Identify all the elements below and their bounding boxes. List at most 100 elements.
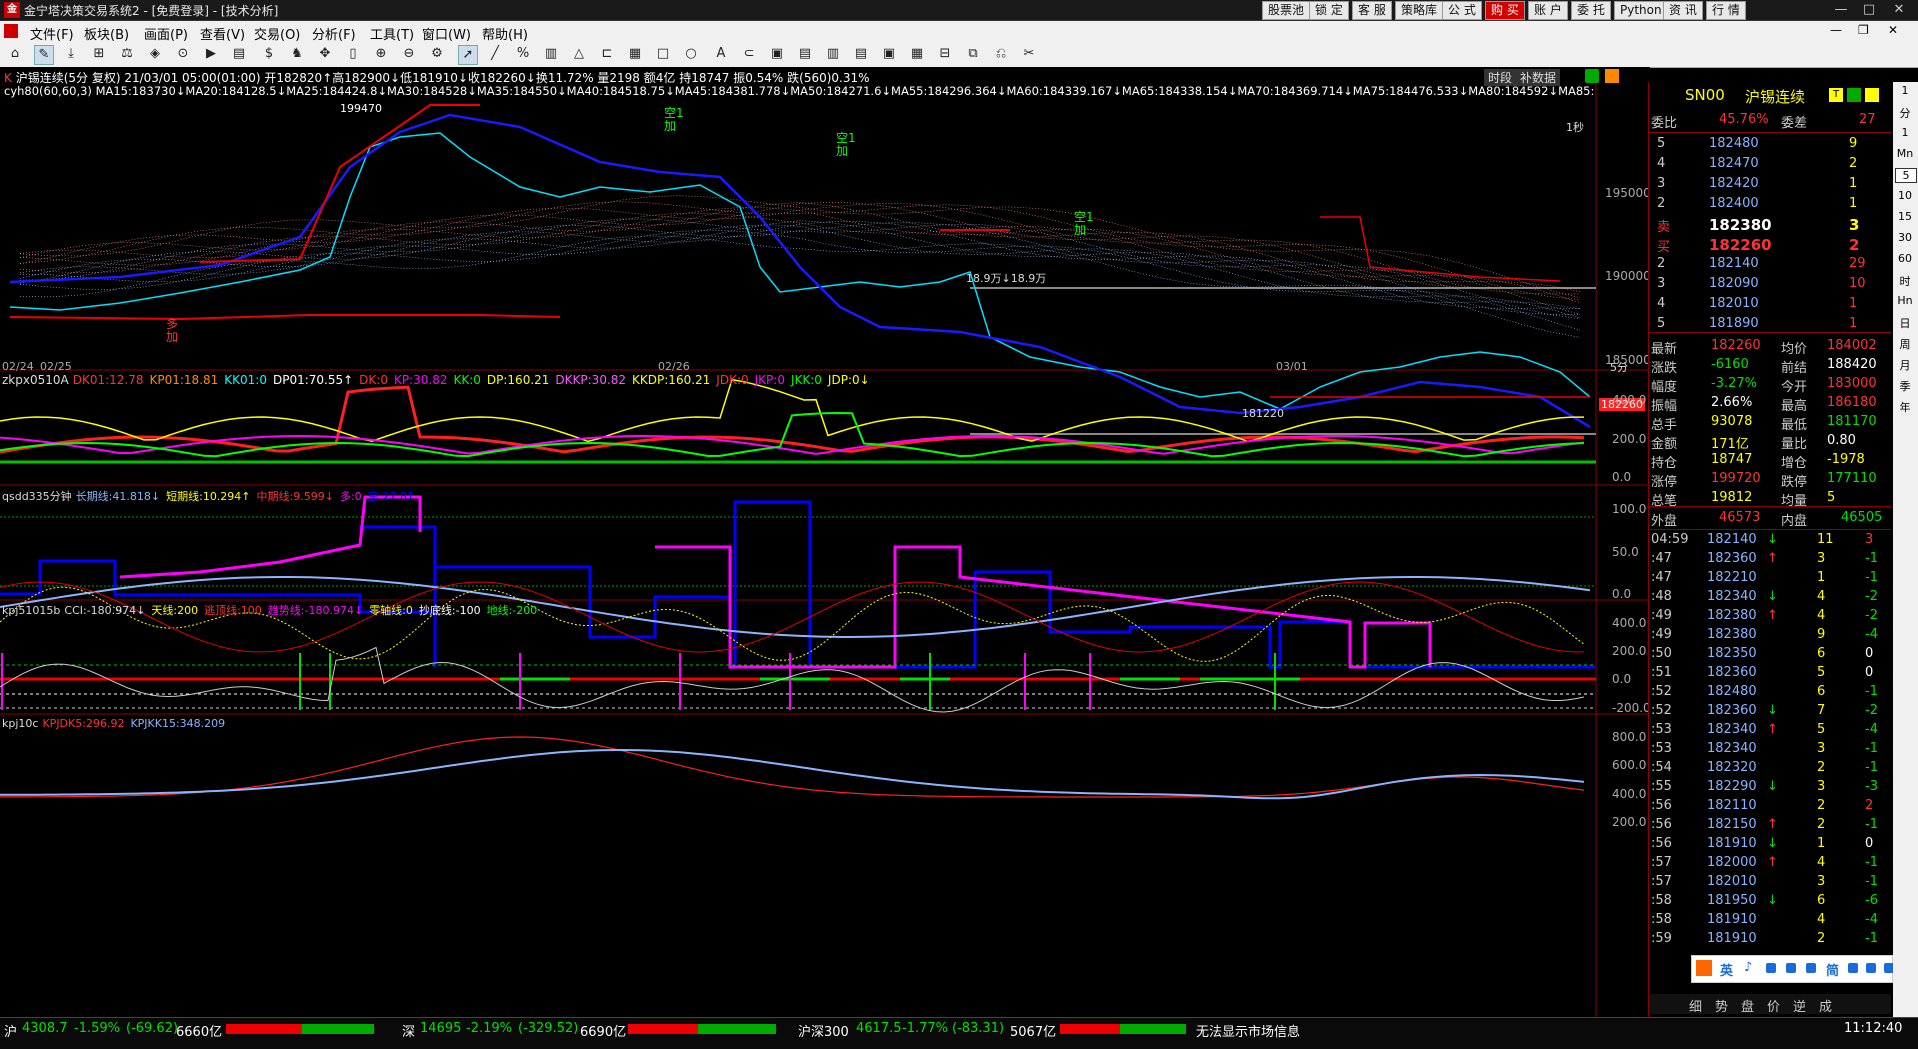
- home-icon[interactable]: ⌂: [6, 45, 24, 63]
- gear-icon[interactable]: [1866, 963, 1876, 973]
- panel-tab[interactable]: 逆: [1793, 996, 1806, 1015]
- side-tab-3[interactable]: Mn: [1895, 147, 1915, 160]
- maximize-icon[interactable]: □: [1858, 1, 1880, 18]
- bid-price[interactable]: 182010: [1709, 296, 1759, 311]
- side-tab-15[interactable]: 年: [1895, 399, 1915, 415]
- grid-icon[interactable]: ⊞: [90, 45, 108, 63]
- mic-icon[interactable]: [1766, 963, 1776, 973]
- trade-icon[interactable]: T: [1829, 88, 1843, 102]
- menu-minimize-icon[interactable]: —: [1830, 23, 1842, 37]
- bar-icon[interactable]: ▯: [344, 45, 362, 63]
- top-button-4[interactable]: 公 式: [1442, 1, 1482, 20]
- square-icon[interactable]: □: [654, 45, 672, 63]
- ask-price[interactable]: 182420: [1709, 176, 1759, 191]
- ask-price[interactable]: 182400: [1709, 196, 1759, 211]
- top-button-8[interactable]: Python: [1614, 1, 1668, 20]
- lock-a-icon[interactable]: ▣: [768, 45, 786, 63]
- export-icon[interactable]: ⊟: [936, 45, 954, 63]
- play-icon[interactable]: ▶: [202, 45, 220, 63]
- keyboard-icon[interactable]: [1786, 963, 1796, 973]
- bid-price[interactable]: 182090: [1709, 276, 1759, 291]
- line-icon[interactable]: ╱: [486, 45, 504, 63]
- top-button-7[interactable]: 委 托: [1571, 1, 1611, 20]
- ime-button[interactable]: ♪: [1744, 960, 1752, 975]
- close-icon[interactable]: ✕: [1888, 1, 1910, 18]
- ime-button[interactable]: 英: [1720, 960, 1733, 979]
- percent-icon[interactable]: %: [514, 45, 532, 63]
- side-tab-5[interactable]: 10: [1895, 189, 1915, 202]
- chart-area[interactable]: K 沪锡连续(5分 复权) 21/03/01 05:00(01:00) 开182…: [0, 67, 1651, 1017]
- triangle-icon[interactable]: △: [570, 45, 588, 63]
- side-tab-14[interactable]: 季: [1895, 378, 1915, 394]
- side-tab-7[interactable]: 30: [1895, 231, 1915, 244]
- side-tab-13[interactable]: 月: [1895, 357, 1915, 373]
- side-tab-11[interactable]: 日: [1895, 315, 1915, 331]
- user-icon[interactable]: [1848, 963, 1858, 973]
- layers-icon[interactable]: ⧉: [964, 45, 982, 63]
- panel-tab[interactable]: 价: [1767, 996, 1780, 1015]
- minimize-icon[interactable]: —: [1830, 1, 1852, 18]
- circle-icon[interactable]: ⊙: [174, 45, 192, 63]
- side-tab-0[interactable]: 1: [1895, 84, 1915, 97]
- refresh-icon[interactable]: [1847, 88, 1861, 102]
- ask-price[interactable]: 182380: [1709, 216, 1772, 234]
- dollar-icon[interactable]: $: [260, 45, 278, 63]
- top-button-2[interactable]: 客 服: [1352, 1, 1392, 20]
- scale-icon[interactable]: ⚖: [118, 45, 136, 63]
- ask-price[interactable]: 182470: [1709, 156, 1759, 171]
- side-tab-4[interactable]: 5: [1895, 168, 1917, 183]
- top-button-3[interactable]: 策略库: [1395, 1, 1444, 20]
- top-button-10[interactable]: 行 情: [1706, 1, 1746, 20]
- side-tab-8[interactable]: 60: [1895, 252, 1915, 265]
- draw-icon[interactable]: ✎: [34, 45, 54, 65]
- status-icon[interactable]: [1585, 69, 1599, 83]
- lock-b-icon[interactable]: ▤: [796, 45, 814, 63]
- bid-price[interactable]: 181890: [1709, 316, 1759, 331]
- top-button-1[interactable]: 锁 定: [1309, 1, 1349, 20]
- color-icon[interactable]: ▣: [880, 45, 898, 63]
- side-tab-12[interactable]: 周: [1895, 336, 1915, 352]
- alert-icon[interactable]: [1605, 69, 1619, 83]
- rect-icon[interactable]: ▥: [542, 45, 560, 63]
- grid-icon[interactable]: [1806, 963, 1816, 973]
- zoom-in-icon[interactable]: ⊕: [372, 45, 390, 63]
- move-icon[interactable]: ✥: [316, 45, 334, 63]
- ime-logo-icon[interactable]: [1696, 960, 1712, 976]
- side-tab-2[interactable]: 1: [1895, 126, 1915, 139]
- magnet-icon[interactable]: ⊂: [740, 45, 758, 63]
- top-button-5[interactable]: 购 买: [1485, 1, 1525, 20]
- side-tab-6[interactable]: 15: [1895, 210, 1915, 223]
- list-icon[interactable]: ▤: [230, 45, 248, 63]
- settings-icon[interactable]: [1865, 88, 1879, 102]
- panel-tab[interactable]: 盘: [1741, 996, 1754, 1015]
- panel-tab[interactable]: 细: [1689, 996, 1702, 1015]
- settings-icon[interactable]: ⚙: [428, 45, 446, 63]
- diamond-icon[interactable]: ◈: [146, 45, 164, 63]
- ime-toolbar[interactable]: 英 ♪ 简: [1691, 955, 1894, 983]
- side-tab-1[interactable]: 分: [1895, 105, 1915, 121]
- ellipse-icon[interactable]: ○: [682, 45, 700, 63]
- trash-icon[interactable]: ▤: [852, 45, 870, 63]
- side-tab-9[interactable]: 时: [1895, 273, 1915, 289]
- menu-restore-icon[interactable]: ❐: [1858, 23, 1869, 37]
- zoom-out-icon[interactable]: ⊖: [400, 45, 418, 63]
- ime-button[interactable]: 简: [1826, 960, 1839, 979]
- cut-icon[interactable]: ✂: [1020, 45, 1038, 63]
- bracket-icon[interactable]: ⊏: [598, 45, 616, 63]
- cursor-icon[interactable]: ➚: [458, 45, 478, 65]
- ask-price[interactable]: 182480: [1709, 136, 1759, 151]
- copy-icon[interactable]: ▥: [824, 45, 842, 63]
- horse-icon[interactable]: ♞: [288, 45, 306, 63]
- undo-icon[interactable]: ⎌: [992, 45, 1010, 63]
- hash-icon[interactable]: ▦: [626, 45, 644, 63]
- top-button-9[interactable]: 资 讯: [1663, 1, 1703, 20]
- panel-tab[interactable]: 成: [1819, 996, 1832, 1015]
- save-icon[interactable]: ▦: [908, 45, 926, 63]
- bid-price[interactable]: 182260: [1709, 236, 1772, 254]
- download-icon[interactable]: ⤓: [62, 45, 80, 63]
- panel-tab[interactable]: 势: [1715, 996, 1728, 1015]
- top-button-0[interactable]: 股票池: [1262, 1, 1311, 20]
- menu-close-icon[interactable]: ✕: [1888, 23, 1898, 37]
- top-button-6[interactable]: 账 户: [1528, 1, 1568, 20]
- text-icon[interactable]: A: [712, 45, 730, 63]
